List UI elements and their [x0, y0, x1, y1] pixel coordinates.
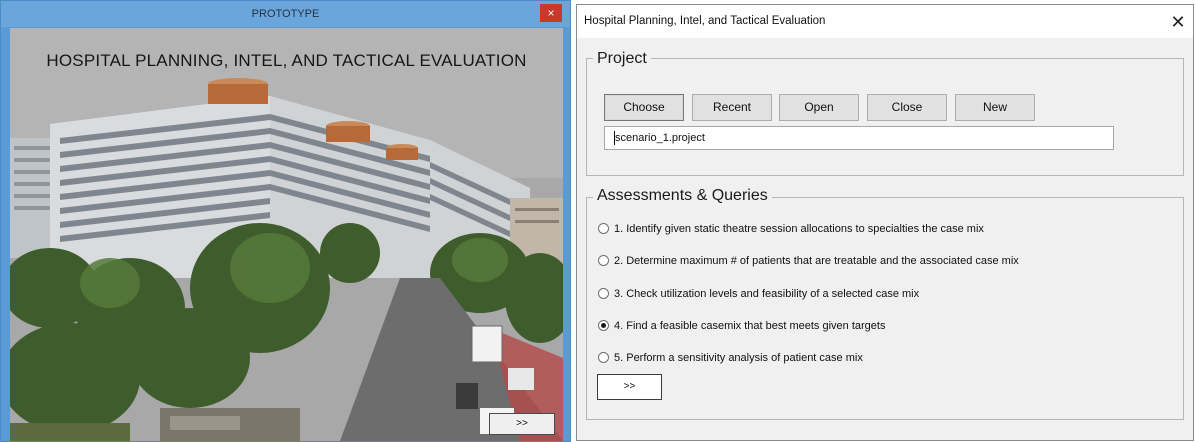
project-file-input[interactable]: scenario_1.project	[604, 126, 1114, 150]
assessment-option-label: 3. Check utilization levels and feasibil…	[614, 288, 920, 300]
assessment-option-label: 5. Perform a sensitivity analysis of pat…	[614, 352, 863, 364]
close-project-button[interactable]: Close	[867, 94, 947, 121]
prototype-client-area: HOSPITAL PLANNING, INTEL, AND TACTICAL E…	[10, 28, 563, 441]
radio-button[interactable]	[598, 223, 609, 234]
hospital-dialog: Hospital Planning, Intel, and Tactical E…	[576, 4, 1194, 441]
radio-button[interactable]	[598, 352, 609, 363]
prototype-title: PROTOTYPE	[251, 8, 320, 20]
recent-button[interactable]: Recent	[692, 94, 772, 121]
choose-button[interactable]: Choose	[604, 94, 684, 121]
radio-button[interactable]	[598, 288, 609, 299]
dialog-close-icon[interactable]: ✕	[1165, 9, 1191, 35]
new-button[interactable]: New	[955, 94, 1035, 121]
dialog-title: Hospital Planning, Intel, and Tactical E…	[584, 15, 826, 27]
text-caret	[614, 131, 615, 145]
hospital-photo	[10, 28, 563, 441]
project-legend: Project	[593, 50, 651, 68]
project-file-value: scenario_1.project	[615, 132, 705, 144]
prototype-next-button[interactable]: >>	[489, 413, 555, 435]
assessment-option-label: 4. Find a feasible casemix that best mee…	[614, 320, 886, 332]
assessment-option-label: 2. Determine maximum # of patients that …	[614, 255, 1019, 267]
run-assessment-button[interactable]: >>	[597, 374, 662, 400]
prototype-heading: HOSPITAL PLANNING, INTEL, AND TACTICAL E…	[46, 51, 527, 70]
prototype-window: PROTOTYPE × HOSPITAL PLANNING, INTEL, AN…	[0, 0, 571, 442]
radio-button[interactable]	[598, 255, 609, 266]
prototype-close-button[interactable]: ×	[540, 4, 562, 22]
open-button[interactable]: Open	[779, 94, 859, 121]
assessments-legend: Assessments & Queries	[593, 187, 772, 205]
assessment-option-label: 1. Identify given static theatre session…	[614, 223, 984, 235]
radio-button-selected[interactable]	[598, 320, 609, 331]
